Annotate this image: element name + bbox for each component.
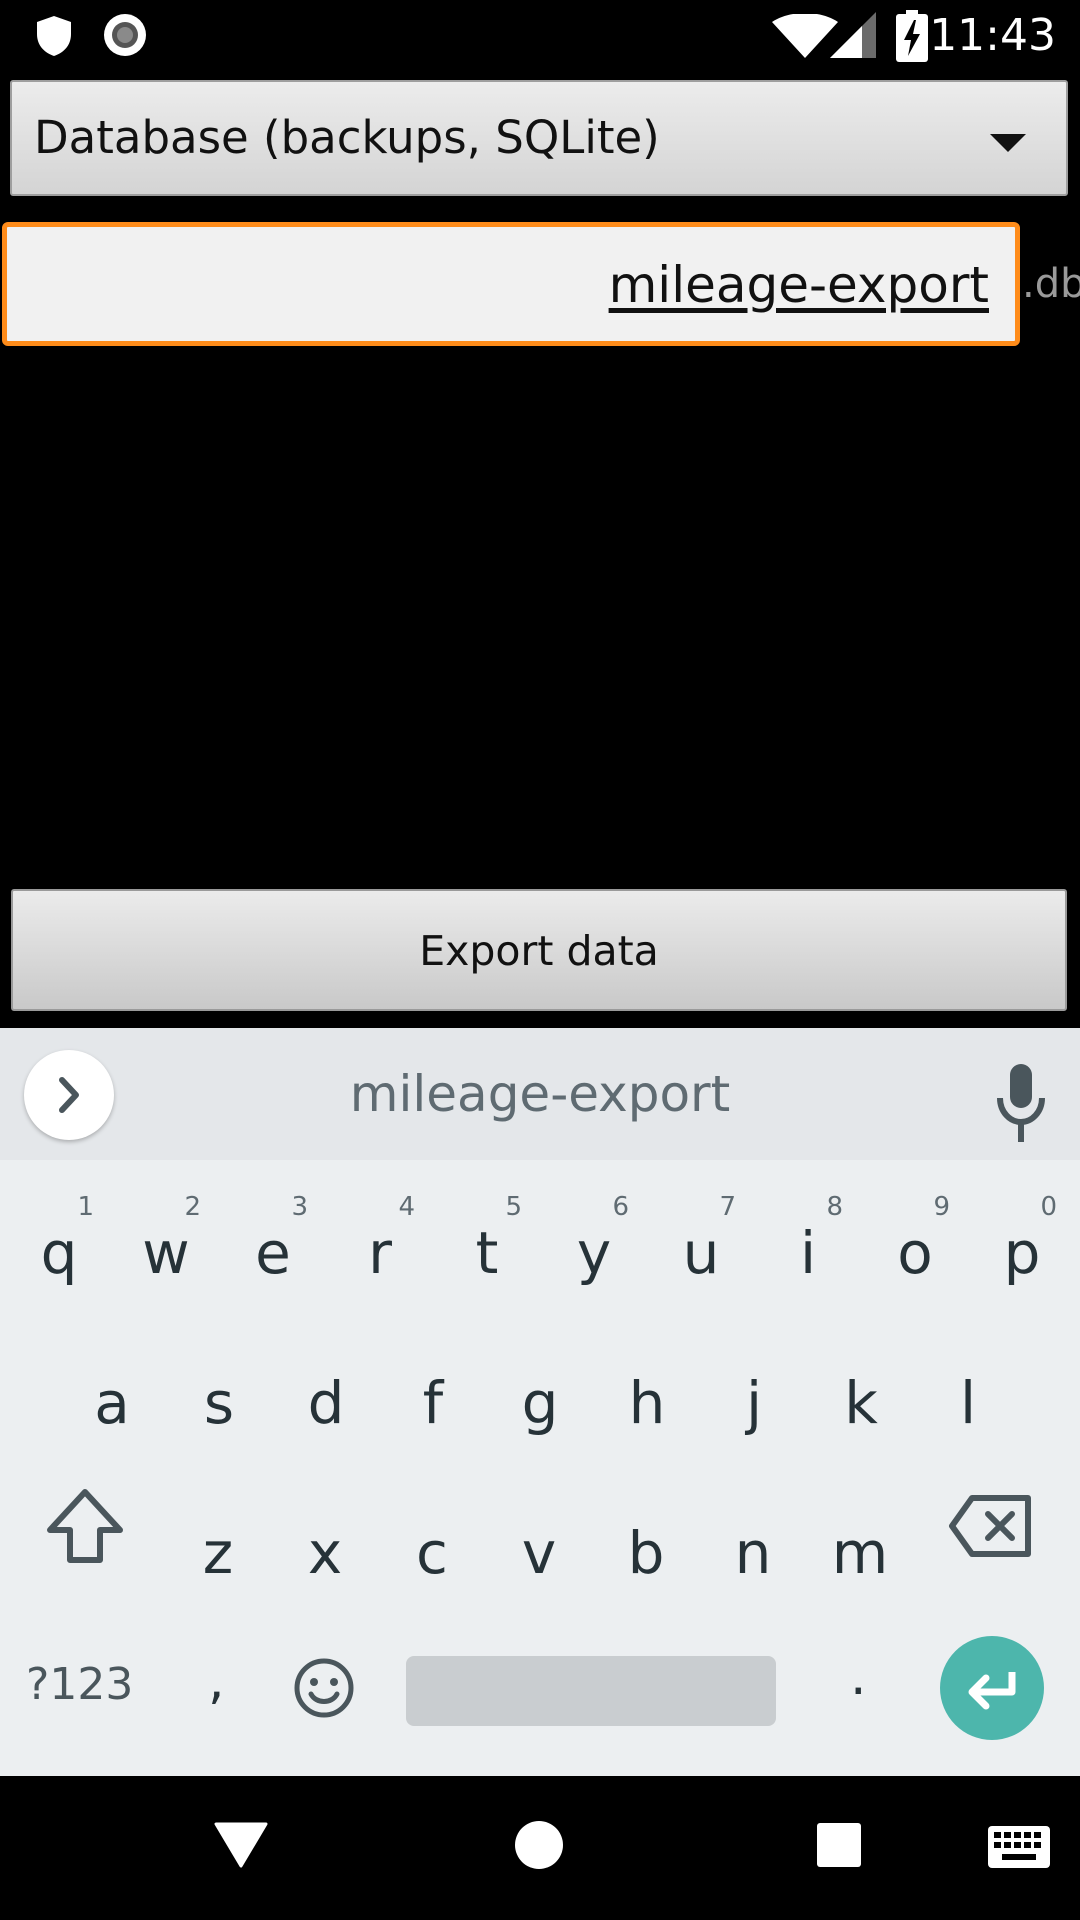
export-data-button[interactable]: Export data (11, 889, 1067, 1011)
key-i[interactable]: i8 (755, 1178, 861, 1328)
key-u[interactable]: u7 (648, 1178, 754, 1328)
enter-arrow-icon (968, 1672, 1016, 1710)
file-extension-label: .db (1022, 261, 1080, 307)
key-letter: w (142, 1219, 190, 1287)
space-key[interactable] (406, 1656, 776, 1726)
key-hint: 6 (612, 1192, 629, 1222)
dropdown-arrow-icon (990, 134, 1026, 152)
key-letter: a (94, 1369, 130, 1437)
navigation-bar (0, 1776, 1080, 1920)
key-letter: h (628, 1369, 666, 1437)
key-hint: 5 (505, 1192, 522, 1222)
back-icon[interactable] (214, 1822, 268, 1868)
shift-icon[interactable] (40, 1480, 130, 1570)
export-format-label: Database (backups, SQLite) (34, 111, 660, 164)
symbols-key[interactable]: ?123 (26, 1658, 133, 1712)
key-letter: d (307, 1369, 345, 1437)
key-letter: p (1003, 1219, 1041, 1287)
key-r[interactable]: r4 (327, 1178, 433, 1328)
key-x[interactable]: x (272, 1478, 378, 1628)
key-y[interactable]: y6 (541, 1178, 647, 1328)
period-key[interactable]: . (850, 1646, 867, 1708)
key-q[interactable]: q1 (6, 1178, 112, 1328)
key-letter: f (422, 1369, 444, 1437)
key-o[interactable]: o9 (862, 1178, 968, 1328)
key-n[interactable]: n (700, 1478, 806, 1628)
key-hint: 9 (933, 1192, 950, 1222)
key-g[interactable]: g (487, 1328, 593, 1478)
key-letter: y (576, 1219, 612, 1287)
status-time: 11:43 (929, 10, 1056, 61)
key-d[interactable]: d (273, 1328, 379, 1478)
key-hint: 3 (291, 1192, 308, 1222)
key-letter: x (307, 1519, 343, 1587)
key-hint: 4 (398, 1192, 415, 1222)
key-f[interactable]: f (380, 1328, 486, 1478)
suggestion-expand-button[interactable] (24, 1050, 114, 1140)
key-hint: 8 (826, 1192, 843, 1222)
key-p[interactable]: p0 (969, 1178, 1075, 1328)
key-letter: n (734, 1519, 772, 1587)
key-letter: g (521, 1369, 559, 1437)
key-k[interactable]: k (808, 1328, 914, 1478)
key-hint: 2 (184, 1192, 201, 1222)
chevron-right-icon (59, 1077, 79, 1113)
shield-icon (37, 16, 71, 56)
key-letter: u (682, 1219, 720, 1287)
key-c[interactable]: c (379, 1478, 485, 1628)
key-a[interactable]: a (59, 1328, 165, 1478)
key-letter: o (897, 1219, 933, 1287)
key-hint: 7 (719, 1192, 736, 1222)
wifi-icon (772, 14, 838, 58)
key-j[interactable]: j (701, 1328, 807, 1478)
suggestion-strip: mileage-export (0, 1028, 1080, 1160)
record-icon (104, 14, 146, 56)
key-t[interactable]: t5 (434, 1178, 540, 1328)
suggestion-word[interactable]: mileage-export (240, 1064, 840, 1124)
key-e[interactable]: e3 (220, 1178, 326, 1328)
key-w[interactable]: w2 (113, 1178, 219, 1328)
filename-input[interactable]: mileage-export (2, 222, 1020, 346)
key-m[interactable]: m (807, 1478, 913, 1628)
keyboard-switch-icon[interactable] (988, 1826, 1050, 1868)
key-hint: 0 (1040, 1192, 1057, 1222)
key-letter: i (799, 1219, 817, 1287)
key-hint: 1 (77, 1192, 94, 1222)
microphone-icon[interactable] (994, 1062, 1048, 1146)
export-format-spinner[interactable]: Database (backups, SQLite) (10, 80, 1068, 196)
key-b[interactable]: b (593, 1478, 699, 1628)
key-letter: m (831, 1519, 889, 1587)
recents-icon[interactable] (816, 1822, 862, 1868)
key-letter: l (959, 1369, 977, 1437)
key-letter: q (40, 1219, 78, 1287)
key-letter: z (202, 1519, 234, 1587)
key-letter: c (416, 1519, 448, 1587)
status-bar: 11:43 (0, 0, 1080, 72)
key-letter: v (521, 1519, 557, 1587)
key-v[interactable]: v (486, 1478, 592, 1628)
key-letter: b (627, 1519, 665, 1587)
enter-key[interactable] (940, 1636, 1044, 1740)
cell-signal-icon (830, 12, 876, 58)
key-z[interactable]: z (165, 1478, 271, 1628)
key-letter: j (745, 1369, 763, 1437)
key-h[interactable]: h (594, 1328, 700, 1478)
emoji-icon[interactable] (292, 1656, 356, 1720)
home-icon[interactable] (514, 1820, 564, 1870)
backspace-icon[interactable] (948, 1486, 1032, 1566)
battery-charging-icon (896, 10, 928, 62)
key-letter: s (203, 1369, 235, 1437)
key-letter: e (255, 1219, 291, 1287)
export-data-label: Export data (419, 927, 659, 975)
key-letter: r (368, 1219, 392, 1287)
key-l[interactable]: l (915, 1328, 1021, 1478)
soft-keyboard: mileage-export q1w2e3r4t5y6u7i8o9p0asdfg… (0, 1028, 1080, 1776)
key-letter: t (475, 1219, 499, 1287)
key-letter: k (844, 1369, 878, 1437)
filename-value: mileage-export (608, 256, 989, 314)
key-s[interactable]: s (166, 1328, 272, 1478)
comma-key[interactable]: , (208, 1650, 225, 1712)
